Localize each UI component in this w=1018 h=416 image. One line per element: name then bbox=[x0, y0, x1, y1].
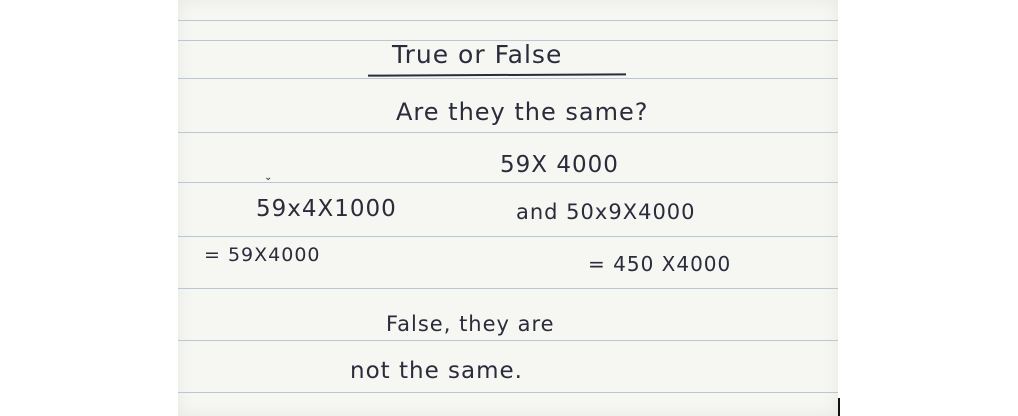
right-result: = 450 X4000 bbox=[588, 252, 732, 276]
title-underline bbox=[367, 73, 627, 77]
ruled-line bbox=[178, 132, 838, 133]
tick-mark: ⌄ bbox=[264, 172, 273, 183]
note-question: Are they the same? bbox=[396, 98, 649, 126]
ruled-line bbox=[178, 20, 838, 21]
ruled-line bbox=[178, 392, 838, 393]
ruled-line bbox=[178, 236, 838, 237]
ruled-line bbox=[178, 78, 838, 79]
answer-line-1: False, they are bbox=[386, 312, 555, 336]
edge-mark bbox=[838, 398, 840, 416]
answer-line-2: not the same. bbox=[350, 358, 523, 384]
notebook-paper: True or False Are they the same? 59X 400… bbox=[178, 0, 838, 416]
note-expression: 59X 4000 bbox=[500, 152, 619, 178]
left-expression: 59x4X1000 bbox=[256, 196, 397, 222]
left-result: = 59X4000 bbox=[204, 244, 321, 266]
right-expression: and 50x9X4000 bbox=[516, 200, 696, 224]
note-title: True or False bbox=[392, 40, 563, 69]
ruled-line bbox=[178, 182, 838, 183]
ruled-line bbox=[178, 340, 838, 341]
ruled-line bbox=[178, 288, 838, 289]
